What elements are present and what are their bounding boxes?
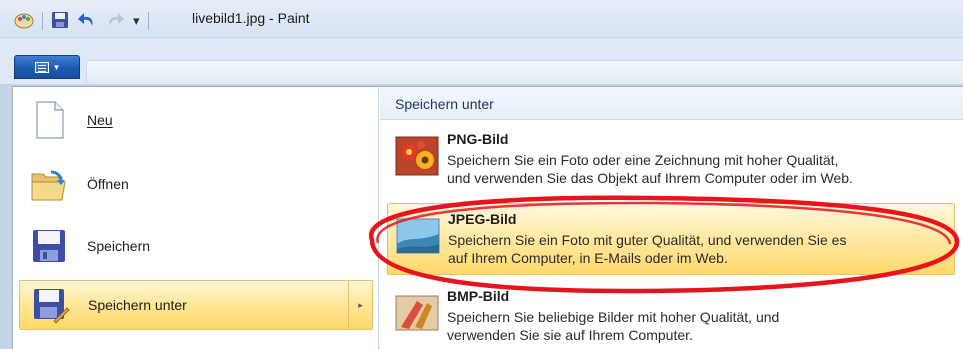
qat-separator [147, 12, 149, 30]
qat-separator [42, 12, 43, 30]
submenu-arrow-icon[interactable]: ▸ [348, 281, 372, 329]
submenu-item-jpeg[interactable]: JPEG-Bild Speichern Sie ein Foto mit gut… [387, 203, 955, 275]
description-line: und verwenden Sie das Objekt auf Ihrem C… [447, 170, 853, 186]
description-line: auf Ihrem Computer, in E-Mails oder im W… [448, 250, 728, 266]
submenu-heading: Speichern unter [380, 87, 963, 120]
open-folder-icon [29, 164, 69, 204]
menu-item-new[interactable]: Neu [19, 95, 373, 145]
ribbon-tab-strip [86, 60, 963, 84]
png-image-icon [395, 136, 439, 176]
submenu-item-title: JPEG-Bild [448, 211, 517, 227]
menu-icon [35, 61, 50, 73]
new-document-icon [29, 100, 69, 140]
menu-item-label: Speichern [87, 238, 151, 254]
submenu-item-png[interactable]: PNG-Bild Speichern Sie ein Foto oder ein… [387, 124, 955, 196]
save-as-submenu: Speichern unter PNG-Bild Speichern Sie e… [380, 87, 963, 349]
menu-item-label: Neu [87, 112, 113, 128]
description-line: Speichern Sie beliebige Bilder mit hoher… [447, 309, 780, 325]
title-bar: ▾ livebild1.jpg - Paint [0, 0, 963, 38]
quick-access-toolbar: ▾ [14, 11, 157, 31]
submenu-item-description: Speichern Sie ein Foto mit guter Qualitä… [448, 231, 948, 267]
description-line: verwenden Sie sie auf Ihrem Computer. [447, 327, 693, 343]
save-icon [29, 226, 69, 266]
application-menu: Neu Öffnen Speichern Speichern unter ▸ S… [12, 86, 963, 349]
save-icon[interactable] [51, 11, 69, 32]
save-as-icon [30, 285, 70, 325]
menu-item-save-as[interactable]: Speichern unter ▸ [19, 280, 373, 330]
undo-icon[interactable] [77, 11, 97, 32]
menu-command-list: Neu Öffnen Speichern Speichern unter ▸ [13, 87, 379, 349]
menu-item-label: Speichern unter [88, 297, 187, 313]
description-line: Speichern Sie ein Foto mit guter Qualitä… [448, 232, 847, 248]
menu-item-open[interactable]: Öffnen [19, 159, 373, 209]
submenu-item-description: Speichern Sie ein Foto oder eine Zeichnu… [447, 151, 947, 187]
window-title: livebild1.jpg - Paint [192, 10, 310, 26]
menu-item-save[interactable]: Speichern [19, 221, 373, 271]
customize-qat-icon[interactable]: ▾ [133, 13, 140, 29]
submenu-item-description: Speichern Sie beliebige Bilder mit hoher… [447, 308, 947, 344]
submenu-item-bmp[interactable]: BMP-Bild Speichern Sie beliebige Bilder … [387, 281, 955, 349]
bmp-image-icon [395, 293, 439, 333]
submenu-item-title: BMP-Bild [447, 288, 510, 304]
description-line: Speichern Sie ein Foto oder eine Zeichnu… [447, 152, 839, 168]
submenu-item-title: PNG-Bild [447, 131, 509, 147]
redo-icon[interactable] [105, 11, 125, 32]
jpeg-image-icon [396, 216, 440, 256]
paint-app-icon[interactable] [14, 11, 34, 32]
menu-item-label: Öffnen [87, 176, 129, 192]
chevron-down-icon: ▾ [54, 61, 59, 72]
application-menu-button[interactable]: ▾ [14, 55, 80, 79]
